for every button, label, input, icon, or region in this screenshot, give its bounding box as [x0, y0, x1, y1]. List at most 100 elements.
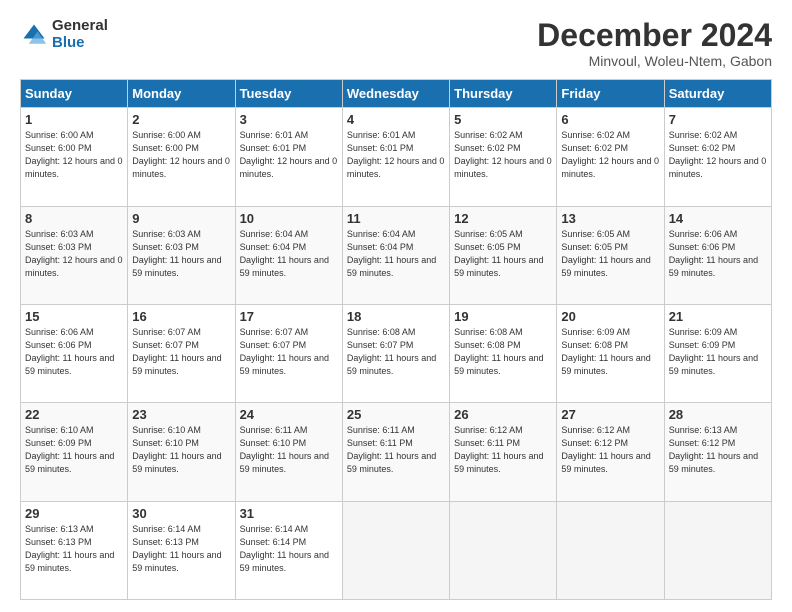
calendar-cell: 21 Sunrise: 6:09 AMSunset: 6:09 PMDayligh… — [664, 304, 771, 402]
calendar-cell: 20Sunrise: 6:09 AMSunset: 6:08 PMDayligh… — [557, 304, 664, 402]
logo-text: General Blue — [52, 18, 108, 51]
day-number: 1 — [25, 112, 123, 127]
day-detail: Sunrise: 6:09 AMSunset: 6:09 PMDaylight:… — [669, 326, 767, 378]
calendar-cell: 16 Sunrise: 6:07 AMSunset: 6:07 PMDayligh… — [128, 304, 235, 402]
day-detail: Sunrise: 6:12 AMSunset: 6:12 PMDaylight:… — [561, 424, 659, 476]
day-number: 16 — [132, 309, 230, 324]
day-detail: Sunrise: 6:08 AMSunset: 6:08 PMDaylight:… — [454, 326, 552, 378]
col-header-wednesday: Wednesday — [342, 80, 449, 108]
day-detail: Sunrise: 6:05 AMSunset: 6:05 PMDaylight:… — [454, 228, 552, 280]
day-number: 30 — [132, 506, 230, 521]
calendar-cell: 5 Sunrise: 6:02 AMSunset: 6:02 PMDaylight… — [450, 108, 557, 206]
calendar-cell: 3 Sunrise: 6:01 AMSunset: 6:01 PMDaylight… — [235, 108, 342, 206]
day-detail: Sunrise: 6:06 AMSunset: 6:06 PMDaylight:… — [669, 228, 767, 280]
day-detail: Sunrise: 6:03 AMSunset: 6:03 PMDaylight:… — [132, 228, 230, 280]
day-detail: Sunrise: 6:08 AMSunset: 6:07 PMDaylight:… — [347, 326, 445, 378]
calendar-cell: 12Sunrise: 6:05 AMSunset: 6:05 PMDayligh… — [450, 206, 557, 304]
day-detail: Sunrise: 6:04 AMSunset: 6:04 PMDaylight:… — [240, 228, 338, 280]
logo-general-text: General — [52, 18, 108, 35]
day-detail: Sunrise: 6:03 AMSunset: 6:03 PMDaylight:… — [25, 228, 123, 280]
calendar-cell: 6 Sunrise: 6:02 AMSunset: 6:02 PMDaylight… — [557, 108, 664, 206]
col-header-saturday: Saturday — [664, 80, 771, 108]
day-number: 24 — [240, 407, 338, 422]
calendar-cell: 15 Sunrise: 6:06 AMSunset: 6:06 PMDayligh… — [21, 304, 128, 402]
day-number: 9 — [132, 211, 230, 226]
day-detail: Sunrise: 6:05 AMSunset: 6:05 PMDaylight:… — [561, 228, 659, 280]
calendar-week-row: 1 Sunrise: 6:00 AMSunset: 6:00 PMDaylight… — [21, 108, 772, 206]
day-number: 14 — [669, 211, 767, 226]
calendar-week-row: 22 Sunrise: 6:10 AMSunset: 6:09 PMDayligh… — [21, 403, 772, 501]
calendar-cell: 23 Sunrise: 6:10 AMSunset: 6:10 PMDayligh… — [128, 403, 235, 501]
day-number: 3 — [240, 112, 338, 127]
subtitle: Minvoul, Woleu-Ntem, Gabon — [537, 53, 772, 69]
day-number: 31 — [240, 506, 338, 521]
calendar-cell: 7 Sunrise: 6:02 AMSunset: 6:02 PMDaylight… — [664, 108, 771, 206]
calendar-cell: 14 Sunrise: 6:06 AMSunset: 6:06 PMDayligh… — [664, 206, 771, 304]
calendar-cell — [450, 501, 557, 599]
title-block: December 2024 Minvoul, Woleu-Ntem, Gabon — [537, 18, 772, 69]
day-detail: Sunrise: 6:07 AMSunset: 6:07 PMDaylight:… — [132, 326, 230, 378]
calendar-cell — [664, 501, 771, 599]
calendar-week-row: 15 Sunrise: 6:06 AMSunset: 6:06 PMDayligh… — [21, 304, 772, 402]
col-header-sunday: Sunday — [21, 80, 128, 108]
day-detail: Sunrise: 6:00 AMSunset: 6:00 PMDaylight:… — [25, 129, 123, 181]
calendar-cell: 25 Sunrise: 6:11 AMSunset: 6:11 PMDayligh… — [342, 403, 449, 501]
day-number: 25 — [347, 407, 445, 422]
day-detail: Sunrise: 6:12 AMSunset: 6:11 PMDaylight:… — [454, 424, 552, 476]
day-detail: Sunrise: 6:13 AMSunset: 6:12 PMDaylight:… — [669, 424, 767, 476]
day-number: 6 — [561, 112, 659, 127]
calendar-cell: 8Sunrise: 6:03 AMSunset: 6:03 PMDaylight… — [21, 206, 128, 304]
day-number: 22 — [25, 407, 123, 422]
day-number: 29 — [25, 506, 123, 521]
calendar-cell: 24 Sunrise: 6:11 AMSunset: 6:10 PMDayligh… — [235, 403, 342, 501]
day-detail: Sunrise: 6:14 AMSunset: 6:14 PMDaylight:… — [240, 523, 338, 575]
calendar-cell: 9 Sunrise: 6:03 AMSunset: 6:03 PMDaylight… — [128, 206, 235, 304]
day-detail: Sunrise: 6:07 AMSunset: 6:07 PMDaylight:… — [240, 326, 338, 378]
day-detail: Sunrise: 6:14 AMSunset: 6:13 PMDaylight:… — [132, 523, 230, 575]
day-detail: Sunrise: 6:01 AMSunset: 6:01 PMDaylight:… — [240, 129, 338, 181]
calendar-cell: 4 Sunrise: 6:01 AMSunset: 6:01 PMDaylight… — [342, 108, 449, 206]
day-detail: Sunrise: 6:13 AMSunset: 6:13 PMDaylight:… — [25, 523, 123, 575]
day-number: 23 — [132, 407, 230, 422]
day-number: 21 — [669, 309, 767, 324]
day-number: 11 — [347, 211, 445, 226]
calendar-cell: 10 Sunrise: 6:04 AMSunset: 6:04 PMDayligh… — [235, 206, 342, 304]
day-number: 18 — [347, 309, 445, 324]
logo-icon — [20, 21, 48, 49]
col-header-monday: Monday — [128, 80, 235, 108]
calendar-cell: 17Sunrise: 6:07 AMSunset: 6:07 PMDayligh… — [235, 304, 342, 402]
calendar-week-row: 8Sunrise: 6:03 AMSunset: 6:03 PMDaylight… — [21, 206, 772, 304]
day-number: 7 — [669, 112, 767, 127]
calendar-cell: 26Sunrise: 6:12 AMSunset: 6:11 PMDayligh… — [450, 403, 557, 501]
calendar-cell: 31 Sunrise: 6:14 AMSunset: 6:14 PMDayligh… — [235, 501, 342, 599]
day-detail: Sunrise: 6:04 AMSunset: 6:04 PMDaylight:… — [347, 228, 445, 280]
day-detail: Sunrise: 6:06 AMSunset: 6:06 PMDaylight:… — [25, 326, 123, 378]
col-header-thursday: Thursday — [450, 80, 557, 108]
calendar-cell — [557, 501, 664, 599]
day-detail: Sunrise: 6:10 AMSunset: 6:10 PMDaylight:… — [132, 424, 230, 476]
day-number: 15 — [25, 309, 123, 324]
calendar-cell: 13Sunrise: 6:05 AMSunset: 6:05 PMDayligh… — [557, 206, 664, 304]
col-header-tuesday: Tuesday — [235, 80, 342, 108]
day-detail: Sunrise: 6:01 AMSunset: 6:01 PMDaylight:… — [347, 129, 445, 181]
day-number: 20 — [561, 309, 659, 324]
calendar-cell: 22 Sunrise: 6:10 AMSunset: 6:09 PMDayligh… — [21, 403, 128, 501]
day-detail: Sunrise: 6:02 AMSunset: 6:02 PMDaylight:… — [669, 129, 767, 181]
calendar-table: SundayMondayTuesdayWednesdayThursdayFrid… — [20, 79, 772, 600]
day-detail: Sunrise: 6:11 AMSunset: 6:11 PMDaylight:… — [347, 424, 445, 476]
day-detail: Sunrise: 6:02 AMSunset: 6:02 PMDaylight:… — [454, 129, 552, 181]
calendar-cell: 29 Sunrise: 6:13 AMSunset: 6:13 PMDayligh… — [21, 501, 128, 599]
calendar-header-row: SundayMondayTuesdayWednesdayThursdayFrid… — [21, 80, 772, 108]
day-number: 10 — [240, 211, 338, 226]
calendar-cell: 1 Sunrise: 6:00 AMSunset: 6:00 PMDaylight… — [21, 108, 128, 206]
day-detail: Sunrise: 6:11 AMSunset: 6:10 PMDaylight:… — [240, 424, 338, 476]
day-number: 4 — [347, 112, 445, 127]
day-number: 5 — [454, 112, 552, 127]
day-number: 2 — [132, 112, 230, 127]
col-header-friday: Friday — [557, 80, 664, 108]
day-detail: Sunrise: 6:02 AMSunset: 6:02 PMDaylight:… — [561, 129, 659, 181]
day-number: 27 — [561, 407, 659, 422]
day-detail: Sunrise: 6:10 AMSunset: 6:09 PMDaylight:… — [25, 424, 123, 476]
header: General Blue December 2024 Minvoul, Wole… — [20, 18, 772, 69]
calendar-cell: 30 Sunrise: 6:14 AMSunset: 6:13 PMDayligh… — [128, 501, 235, 599]
